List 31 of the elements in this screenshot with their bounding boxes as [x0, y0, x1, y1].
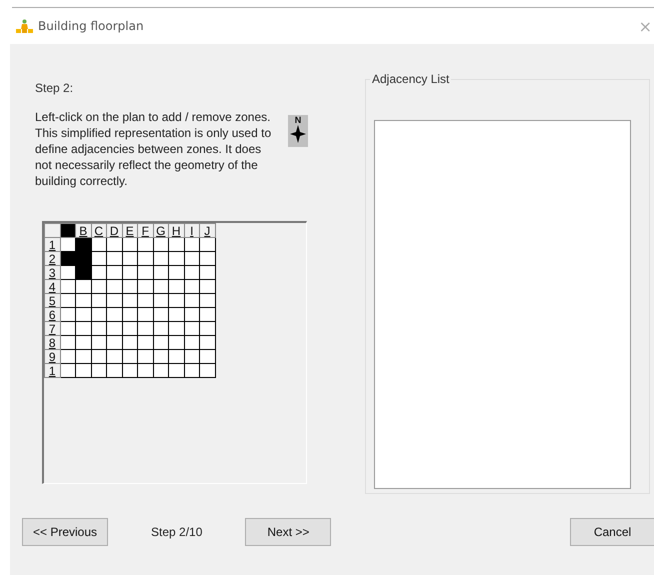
column-header[interactable]: G	[153, 224, 168, 238]
column-header[interactable]: J	[200, 224, 215, 238]
north-compass-icon: N	[288, 115, 308, 147]
column-header[interactable]: I	[184, 224, 200, 238]
column-header[interactable]: C	[91, 224, 106, 238]
row-header[interactable]: 3	[44, 266, 60, 280]
group-title: Adjacency List	[371, 72, 450, 86]
row-header[interactable]: 1	[44, 238, 60, 252]
next-button[interactable]: Next >>	[245, 518, 332, 546]
previous-button[interactable]: << Previous	[22, 518, 108, 546]
window-title: Building floorplan	[38, 19, 144, 33]
step-counter: Step 2/10	[151, 525, 202, 539]
column-header[interactable]: B	[76, 224, 91, 238]
row-header[interactable]: 7	[44, 322, 60, 336]
grid-corner	[44, 224, 60, 238]
step-heading: Step 2:	[35, 81, 74, 95]
row-header[interactable]: 5	[44, 294, 60, 308]
row-header[interactable]: 8	[44, 336, 60, 350]
instructions-text: Left-click on the plan to add / remove zones. This simplified representation is only used to define adjacencies between zones. It does not necessarily reflect the geometry of the building correctly.	[35, 109, 272, 189]
column-header[interactable]: H	[168, 224, 184, 238]
column-header[interactable]: F	[138, 224, 153, 238]
column-header[interactable]	[60, 224, 76, 238]
row-header[interactable]: 1	[44, 364, 60, 378]
app-icon	[16, 18, 33, 34]
column-header[interactable]: E	[122, 224, 138, 238]
cancel-button[interactable]: Cancel	[570, 518, 654, 546]
row-header[interactable]: 6	[44, 308, 60, 322]
column-header[interactable]: D	[106, 224, 122, 238]
row-header[interactable]: 4	[44, 280, 60, 294]
row-header[interactable]: 9	[44, 350, 60, 364]
row-header[interactable]: 2	[44, 252, 60, 266]
